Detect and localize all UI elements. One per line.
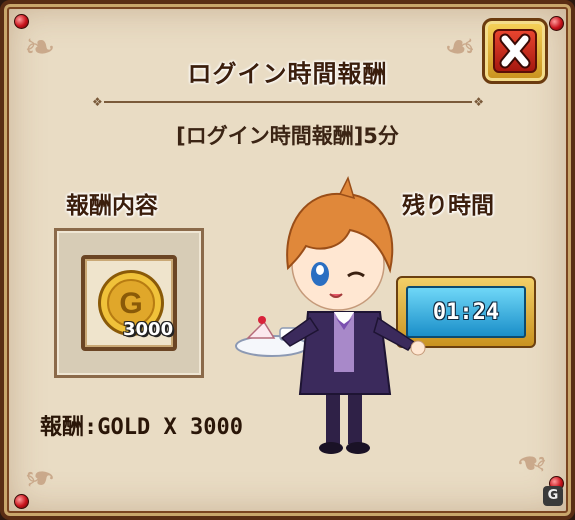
dialog-subtitle: [ログイン時間報酬]5分: [176, 124, 399, 148]
ornament-bottom-right: ❧: [516, 441, 548, 485]
watermark-icon: G: [543, 486, 563, 506]
close-button[interactable]: [482, 18, 548, 84]
reward-item-frame: G 3000: [54, 228, 204, 378]
reward-item-slot[interactable]: G 3000: [81, 255, 177, 351]
ornament-bottom-left: ❧: [24, 456, 56, 500]
remaining-time-value: 01:24: [432, 299, 500, 325]
butler-character: [235, 175, 426, 454]
reward-description: 報酬:GOLD X 3000: [40, 415, 243, 440]
reward-count: 3000: [123, 319, 174, 340]
reward-content-label: 報酬内容: [66, 193, 158, 219]
corner-gem-top-right: [549, 16, 564, 31]
coin-letter: G: [119, 287, 142, 320]
close-x-icon: [499, 33, 531, 69]
title-divider: ❖ ❖: [92, 95, 484, 109]
